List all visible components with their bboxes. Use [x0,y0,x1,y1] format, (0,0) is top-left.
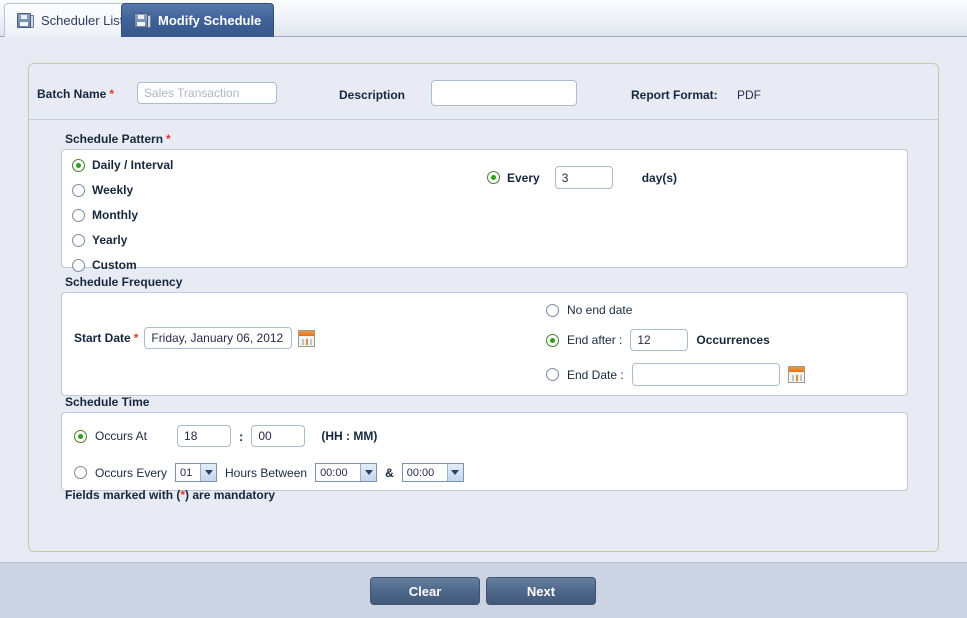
description-label: Description [339,88,405,102]
calendar-icon[interactable] [298,330,315,347]
action-button-bar: Clear Next [0,562,967,618]
to-time-select[interactable]: 00:00 [402,463,464,482]
schedule-frequency-title: Schedule Frequency [61,275,908,289]
pattern-option-yearly[interactable]: Yearly [72,233,173,247]
every-unit-label: day(s) [642,171,677,185]
pattern-radio-list: Daily / Interval Weekly Monthly Yearly C… [72,158,173,283]
clear-button[interactable]: Clear [370,577,480,605]
interval-hours-value: 01 [180,467,192,479]
end-after-label: End after : [567,333,622,347]
occurs-every-row: Occurs Every 01 Hours Between 00:00 & 00… [74,463,464,482]
interval-hours-select[interactable]: 01 [175,463,217,482]
radio-end-after[interactable] [546,334,559,347]
from-time-select[interactable]: 00:00 [315,463,377,482]
disk-icon [134,13,151,28]
schedule-pattern-group: Schedule Pattern* Daily / Interval Weekl… [61,132,908,268]
schedule-pattern-title: Schedule Pattern* [61,132,908,146]
pattern-option-weekly-label: Weekly [92,183,133,197]
end-date-input[interactable] [632,363,780,386]
form-header-row: Batch Name* Description Report Format: P… [29,64,938,120]
pattern-option-daily-label: Daily / Interval [92,158,173,172]
required-marker: * [166,132,171,146]
schedule-time-box: Occurs At : (HH : MM) Occurs Every 01 Ho… [61,412,908,491]
start-date-input[interactable] [144,327,292,349]
description-input[interactable] [431,80,577,106]
end-date-label: End Date : [567,368,624,382]
schedule-time-group: Schedule Time Occurs At : (HH : MM) Occu… [61,395,908,491]
radio-custom[interactable] [72,259,85,272]
chevron-down-icon [360,464,376,481]
report-format-label: Report Format: [631,88,718,102]
occurs-at-label: Occurs At [95,429,147,443]
end-date-row: End Date : [546,363,805,386]
schedule-pattern-box: Daily / Interval Weekly Monthly Yearly C… [61,149,908,268]
schedule-time-title: Schedule Time [61,395,908,409]
required-marker: * [109,87,114,101]
pattern-option-custom-label: Custom [92,258,137,272]
every-interval-row: Every day(s) [487,166,677,189]
disk-icon [17,13,34,28]
pattern-option-monthly-label: Monthly [92,208,138,222]
from-time-value: 00:00 [320,467,348,479]
occurs-at-row: Occurs At : (HH : MM) [74,425,377,447]
radio-every[interactable] [487,171,500,184]
pattern-option-weekly[interactable]: Weekly [72,183,173,197]
tab-bar: Scheduler List Modify Schedule [0,0,967,37]
no-end-date-row[interactable]: No end date [546,303,805,317]
minutes-input[interactable] [251,425,305,447]
time-separator: : [239,429,243,444]
mandatory-fields-note: Fields marked with (*) are mandatory [65,488,275,502]
radio-monthly[interactable] [72,209,85,222]
tab-scheduler-list[interactable]: Scheduler List [4,3,136,37]
occurrences-label: Occurrences [696,333,769,347]
radio-occurs-at[interactable] [74,430,87,443]
radio-end-date[interactable] [546,368,559,381]
next-button[interactable]: Next [486,577,596,605]
tab-modify-schedule-label: Modify Schedule [158,13,261,28]
end-options-column: No end date End after : Occurrences End … [546,303,805,398]
every-days-input[interactable] [555,166,613,189]
schedule-form-panel: Batch Name* Description Report Format: P… [28,63,939,552]
no-end-date-label: No end date [567,303,632,317]
pattern-option-monthly[interactable]: Monthly [72,208,173,222]
chevron-down-icon [447,464,463,481]
to-time-value: 00:00 [407,467,435,479]
hours-input[interactable] [177,425,231,447]
radio-weekly[interactable] [72,184,85,197]
tab-scheduler-list-label: Scheduler List [41,13,123,28]
schedule-frequency-box: Start Date* No end date End after : Occu… [61,292,908,396]
end-after-occurrences-input[interactable] [630,329,688,351]
pattern-option-custom[interactable]: Custom [72,258,173,272]
every-label: Every [507,171,540,185]
tab-modify-schedule[interactable]: Modify Schedule [121,3,274,37]
start-date-row: Start Date* [74,327,315,349]
radio-daily[interactable] [72,159,85,172]
required-marker: * [134,331,139,345]
schedule-frequency-group: Schedule Frequency Start Date* No end da… [61,275,908,396]
time-format-hint: (HH : MM) [321,429,377,443]
batch-name-label: Batch Name* [37,87,114,101]
calendar-icon[interactable] [788,366,805,383]
ampersand-label: & [385,466,394,480]
pattern-option-daily[interactable]: Daily / Interval [72,158,173,172]
batch-name-input[interactable] [137,82,277,104]
radio-occurs-every[interactable] [74,466,87,479]
end-after-row: End after : Occurrences [546,329,805,351]
pattern-option-yearly-label: Yearly [92,233,127,247]
radio-no-end-date[interactable] [546,304,559,317]
start-date-label: Start Date* [74,331,138,345]
hours-between-label: Hours Between [225,466,307,480]
occurs-every-label: Occurs Every [95,466,167,480]
radio-yearly[interactable] [72,234,85,247]
report-format-value: PDF [737,88,761,102]
chevron-down-icon [200,464,216,481]
